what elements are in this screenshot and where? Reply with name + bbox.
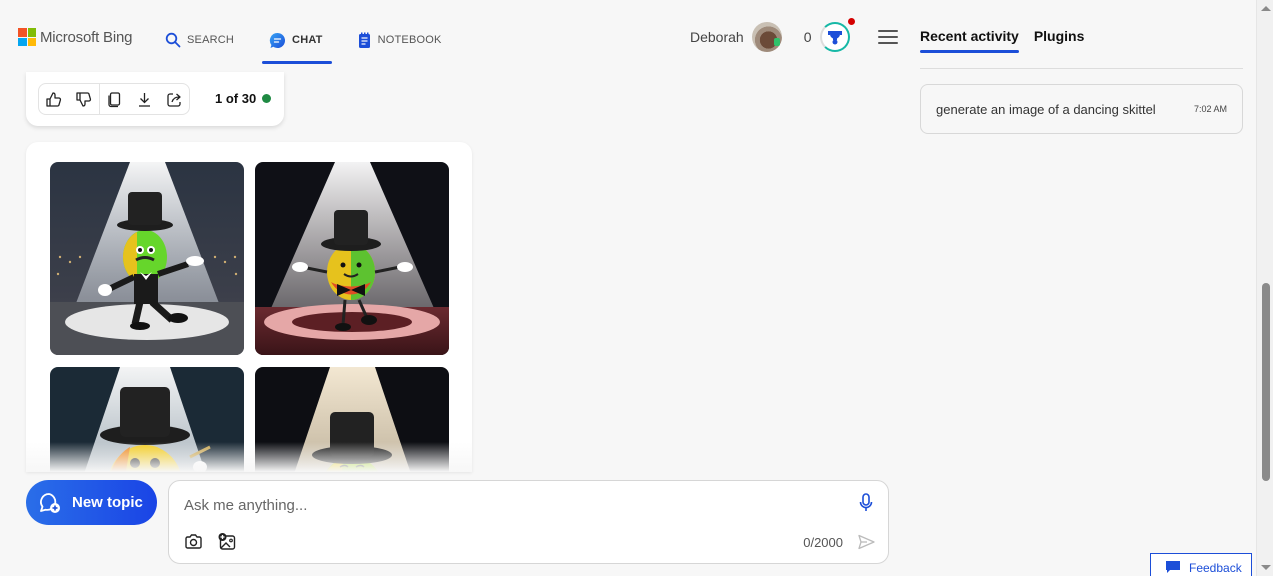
page-count-text: 1 of 30 — [215, 91, 257, 106]
copy-button[interactable] — [100, 84, 130, 114]
nav-tab-label: CHAT — [292, 34, 323, 46]
feedback-label: Feedback — [1189, 560, 1242, 575]
scroll-fade — [26, 442, 472, 472]
visual-search-button[interactable] — [184, 533, 203, 556]
response-toolbar: 1 of 30 — [26, 72, 284, 126]
skittle-image — [50, 162, 244, 355]
right-panel: Recent activity Plugins generate an imag… — [905, 0, 1255, 576]
character-counter: 0/2000 — [803, 535, 843, 550]
microsoft-logo-icon — [18, 28, 36, 46]
send-icon — [858, 534, 875, 550]
tab-recent-activity[interactable]: Recent activity — [920, 28, 1019, 53]
recent-activity-item[interactable]: generate an image of a dancing skittel 7… — [920, 84, 1243, 134]
activity-title: generate an image of a dancing skittel — [936, 101, 1156, 117]
scrollbar-thumb[interactable] — [1262, 283, 1270, 481]
like-button[interactable] — [39, 84, 69, 114]
hamburger-menu-icon[interactable] — [877, 30, 898, 44]
response-page-indicator: 1 of 30 — [215, 91, 272, 106]
avatar[interactable] — [751, 22, 782, 52]
divider — [920, 68, 1243, 69]
chat-composer: 0/2000 — [168, 480, 889, 564]
notification-dot — [847, 18, 855, 25]
main-nav: SEARCH CHAT NOTEBOOK — [160, 24, 472, 64]
nav-tab-chat[interactable]: CHAT — [262, 24, 332, 64]
microphone-icon — [859, 493, 873, 511]
download-icon — [138, 92, 150, 107]
user-name[interactable]: Deborah — [690, 29, 744, 45]
notebook-icon — [358, 32, 370, 48]
top-header: Microsoft Bing SEARCH CHAT NOTEBOOK Debo… — [0, 0, 905, 68]
generated-images-card — [26, 142, 472, 472]
copy-icon — [108, 91, 121, 107]
scroll-up-arrow-icon[interactable] — [1261, 6, 1271, 11]
tab-plugins[interactable]: Plugins — [1034, 28, 1085, 50]
generated-image-1[interactable] — [50, 162, 244, 355]
thumbs-up-icon — [46, 91, 62, 107]
feedback-button[interactable]: Feedback — [1150, 553, 1252, 576]
send-button[interactable] — [857, 533, 876, 556]
share-icon — [166, 92, 181, 107]
reward-points: 0 — [803, 29, 812, 45]
new-chat-icon — [40, 492, 60, 513]
bing-logo[interactable]: Microsoft Bing — [18, 28, 132, 46]
brand-name: Microsoft Bing — [40, 28, 133, 46]
share-button[interactable] — [159, 84, 189, 114]
response-actions — [38, 83, 190, 115]
add-image-button[interactable] — [218, 533, 237, 556]
chat-icon — [269, 32, 286, 48]
voice-input-button[interactable] — [858, 493, 874, 518]
nav-tab-label: SEARCH — [187, 34, 235, 46]
scroll-down-arrow-icon[interactable] — [1261, 565, 1271, 570]
new-topic-label: New topic — [72, 494, 143, 511]
search-icon — [165, 32, 181, 48]
download-button[interactable] — [129, 84, 159, 114]
generated-image-2[interactable] — [255, 162, 449, 355]
user-area: Deborah 0 — [690, 18, 898, 52]
rewards-button[interactable] — [819, 18, 855, 52]
nav-tab-label: NOTEBOOK — [377, 34, 442, 46]
trophy-icon — [827, 31, 842, 45]
activity-time: 7:02 AM — [1193, 104, 1227, 114]
new-topic-button[interactable]: New topic — [26, 480, 157, 525]
skittle-image — [255, 162, 449, 355]
image-add-icon — [218, 533, 236, 550]
chat-input[interactable] — [184, 494, 824, 516]
feedback-icon — [1166, 561, 1180, 573]
nav-tab-notebook[interactable]: NOTEBOOK — [353, 24, 447, 56]
camera-icon — [185, 534, 202, 549]
right-panel-tabs: Recent activity Plugins — [920, 28, 1085, 53]
thumbs-down-icon — [76, 91, 92, 107]
status-dot — [262, 94, 272, 103]
page-scrollbar[interactable] — [1256, 0, 1273, 576]
nav-tab-search[interactable]: SEARCH — [160, 24, 239, 56]
dislike-button[interactable] — [69, 84, 99, 114]
